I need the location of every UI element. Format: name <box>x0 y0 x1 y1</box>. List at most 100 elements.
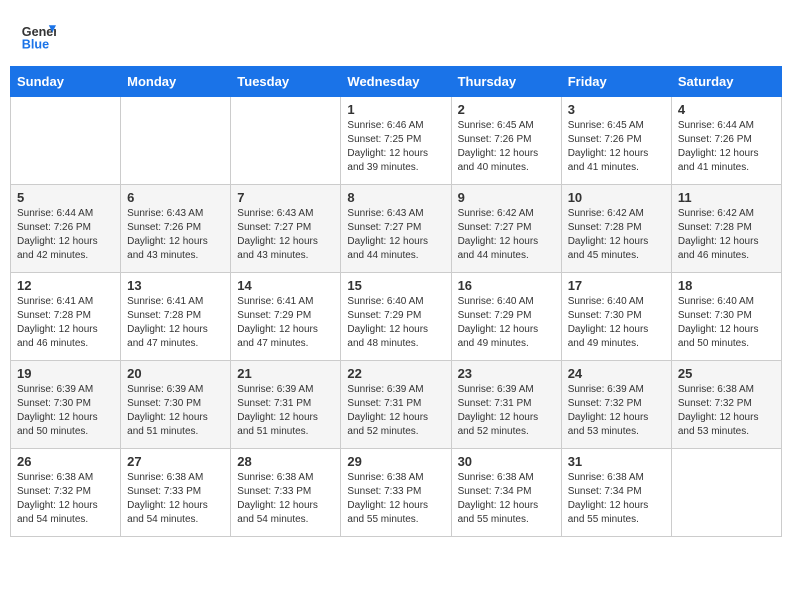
calendar-cell: 9 Sunrise: 6:42 AM Sunset: 7:27 PM Daylig… <box>451 185 561 273</box>
calendar-cell: 24 Sunrise: 6:39 AM Sunset: 7:32 PM Dayli… <box>561 361 671 449</box>
day-number: 27 <box>127 454 224 469</box>
day-number: 7 <box>237 190 334 205</box>
day-info: Sunrise: 6:38 AM Sunset: 7:32 PM Dayligh… <box>17 471 114 527</box>
calendar-cell: 4Sunrise: 6:44 AM Sunset: 7:26 PM Daylig… <box>671 97 781 185</box>
calendar-cell: 21 Sunrise: 6:39 AM Sunset: 7:31 PM Dayli… <box>231 361 341 449</box>
day-number: 22 <box>347 366 444 381</box>
day-info: Sunrise: 6:44 AM Sunset: 7:26 PM Dayligh… <box>17 207 114 263</box>
day-number: 3 <box>568 102 665 117</box>
calendar-cell: 29 Sunrise: 6:38 AM Sunset: 7:33 PM Dayli… <box>341 449 451 537</box>
day-number: 20 <box>127 366 224 381</box>
day-info: Sunrise: 6:39 AM Sunset: 7:30 PM Dayligh… <box>17 383 114 439</box>
day-info: Sunrise: 6:40 AM Sunset: 7:29 PM Dayligh… <box>347 295 444 351</box>
calendar-cell: 23Sunrise: 6:39 AM Sunset: 7:31 PM Dayli… <box>451 361 561 449</box>
day-info: Sunrise: 6:42 AM Sunset: 7:27 PM Dayligh… <box>458 207 555 263</box>
day-number: 12 <box>17 278 114 293</box>
logo: General Blue <box>20 18 56 54</box>
day-number: 26 <box>17 454 114 469</box>
day-info: Sunrise: 6:38 AM Sunset: 7:33 PM Dayligh… <box>347 471 444 527</box>
day-info: Sunrise: 6:39 AM Sunset: 7:31 PM Dayligh… <box>347 383 444 439</box>
calendar-cell: 19 Sunrise: 6:39 AM Sunset: 7:30 PM Dayli… <box>11 361 121 449</box>
day-info: Sunrise: 6:39 AM Sunset: 7:30 PM Dayligh… <box>127 383 224 439</box>
day-number: 8 <box>347 190 444 205</box>
day-number: 14 <box>237 278 334 293</box>
day-info: Sunrise: 6:42 AM Sunset: 7:28 PM Dayligh… <box>568 207 665 263</box>
calendar-cell: 25Sunrise: 6:38 AM Sunset: 7:32 PM Dayli… <box>671 361 781 449</box>
logo-icon: General Blue <box>20 18 56 54</box>
day-number: 11 <box>678 190 775 205</box>
day-number: 17 <box>568 278 665 293</box>
day-number: 15 <box>347 278 444 293</box>
day-info: Sunrise: 6:43 AM Sunset: 7:26 PM Dayligh… <box>127 207 224 263</box>
day-number: 18 <box>678 278 775 293</box>
day-info: Sunrise: 6:40 AM Sunset: 7:30 PM Dayligh… <box>678 295 775 351</box>
calendar-cell <box>231 97 341 185</box>
day-number: 24 <box>568 366 665 381</box>
day-info: Sunrise: 6:39 AM Sunset: 7:32 PM Dayligh… <box>568 383 665 439</box>
day-info: Sunrise: 6:39 AM Sunset: 7:31 PM Dayligh… <box>237 383 334 439</box>
calendar-cell: 22 Sunrise: 6:39 AM Sunset: 7:31 PM Dayli… <box>341 361 451 449</box>
day-number: 16 <box>458 278 555 293</box>
column-header-sunday: Sunday <box>11 67 121 97</box>
day-info: Sunrise: 6:46 AM Sunset: 7:25 PM Dayligh… <box>347 119 444 175</box>
calendar-week-row: 12 Sunrise: 6:41 AM Sunset: 7:28 PM Dayli… <box>11 273 782 361</box>
calendar-cell: 18 Sunrise: 6:40 AM Sunset: 7:30 PM Dayli… <box>671 273 781 361</box>
day-number: 6 <box>127 190 224 205</box>
day-number: 2 <box>458 102 555 117</box>
day-info: Sunrise: 6:42 AM Sunset: 7:28 PM Dayligh… <box>678 207 775 263</box>
calendar-cell: 20 Sunrise: 6:39 AM Sunset: 7:30 PM Dayli… <box>121 361 231 449</box>
calendar-header-row: SundayMondayTuesdayWednesdayThursdayFrid… <box>11 67 782 97</box>
page-header: General Blue <box>10 10 782 66</box>
day-number: 29 <box>347 454 444 469</box>
day-number: 21 <box>237 366 334 381</box>
calendar-cell: 14Sunrise: 6:41 AM Sunset: 7:29 PM Dayli… <box>231 273 341 361</box>
day-info: Sunrise: 6:40 AM Sunset: 7:30 PM Dayligh… <box>568 295 665 351</box>
column-header-monday: Monday <box>121 67 231 97</box>
day-info: Sunrise: 6:38 AM Sunset: 7:33 PM Dayligh… <box>127 471 224 527</box>
day-number: 13 <box>127 278 224 293</box>
calendar-cell <box>121 97 231 185</box>
day-info: Sunrise: 6:41 AM Sunset: 7:28 PM Dayligh… <box>127 295 224 351</box>
svg-text:Blue: Blue <box>22 38 49 52</box>
column-header-wednesday: Wednesday <box>341 67 451 97</box>
day-info: Sunrise: 6:38 AM Sunset: 7:34 PM Dayligh… <box>458 471 555 527</box>
day-info: Sunrise: 6:38 AM Sunset: 7:32 PM Dayligh… <box>678 383 775 439</box>
calendar-cell: 15 Sunrise: 6:40 AM Sunset: 7:29 PM Dayli… <box>341 273 451 361</box>
day-info: Sunrise: 6:45 AM Sunset: 7:26 PM Dayligh… <box>458 119 555 175</box>
calendar-cell: 12 Sunrise: 6:41 AM Sunset: 7:28 PM Dayli… <box>11 273 121 361</box>
calendar-week-row: 19 Sunrise: 6:39 AM Sunset: 7:30 PM Dayli… <box>11 361 782 449</box>
calendar-week-row: 26 Sunrise: 6:38 AM Sunset: 7:32 PM Dayli… <box>11 449 782 537</box>
day-number: 5 <box>17 190 114 205</box>
calendar-cell: 10 Sunrise: 6:42 AM Sunset: 7:28 PM Dayli… <box>561 185 671 273</box>
calendar-cell: 13 Sunrise: 6:41 AM Sunset: 7:28 PM Dayli… <box>121 273 231 361</box>
calendar-cell: 28 Sunrise: 6:38 AM Sunset: 7:33 PM Dayli… <box>231 449 341 537</box>
day-number: 30 <box>458 454 555 469</box>
calendar-cell: 1Sunrise: 6:46 AM Sunset: 7:25 PM Daylig… <box>341 97 451 185</box>
calendar-table: SundayMondayTuesdayWednesdayThursdayFrid… <box>10 66 782 537</box>
day-number: 28 <box>237 454 334 469</box>
calendar-cell: 26 Sunrise: 6:38 AM Sunset: 7:32 PM Dayli… <box>11 449 121 537</box>
day-number: 19 <box>17 366 114 381</box>
calendar-cell: 6 Sunrise: 6:43 AM Sunset: 7:26 PM Daylig… <box>121 185 231 273</box>
calendar-cell <box>671 449 781 537</box>
day-number: 23 <box>458 366 555 381</box>
day-number: 9 <box>458 190 555 205</box>
day-info: Sunrise: 6:38 AM Sunset: 7:33 PM Dayligh… <box>237 471 334 527</box>
day-info: Sunrise: 6:43 AM Sunset: 7:27 PM Dayligh… <box>237 207 334 263</box>
day-number: 10 <box>568 190 665 205</box>
calendar-cell: 3Sunrise: 6:45 AM Sunset: 7:26 PM Daylig… <box>561 97 671 185</box>
calendar-cell: 30 Sunrise: 6:38 AM Sunset: 7:34 PM Dayli… <box>451 449 561 537</box>
day-info: Sunrise: 6:38 AM Sunset: 7:34 PM Dayligh… <box>568 471 665 527</box>
calendar-cell: 27 Sunrise: 6:38 AM Sunset: 7:33 PM Dayli… <box>121 449 231 537</box>
column-header-thursday: Thursday <box>451 67 561 97</box>
calendar-cell: 2 Sunrise: 6:45 AM Sunset: 7:26 PM Daylig… <box>451 97 561 185</box>
column-header-tuesday: Tuesday <box>231 67 341 97</box>
day-number: 31 <box>568 454 665 469</box>
calendar-cell: 17 Sunrise: 6:40 AM Sunset: 7:30 PM Dayli… <box>561 273 671 361</box>
calendar-cell: 31 Sunrise: 6:38 AM Sunset: 7:34 PM Dayli… <box>561 449 671 537</box>
calendar-cell: 11 Sunrise: 6:42 AM Sunset: 7:28 PM Dayli… <box>671 185 781 273</box>
day-info: Sunrise: 6:40 AM Sunset: 7:29 PM Dayligh… <box>458 295 555 351</box>
calendar-week-row: 1Sunrise: 6:46 AM Sunset: 7:25 PM Daylig… <box>11 97 782 185</box>
day-info: Sunrise: 6:41 AM Sunset: 7:28 PM Dayligh… <box>17 295 114 351</box>
calendar-cell: 5 Sunrise: 6:44 AM Sunset: 7:26 PM Daylig… <box>11 185 121 273</box>
